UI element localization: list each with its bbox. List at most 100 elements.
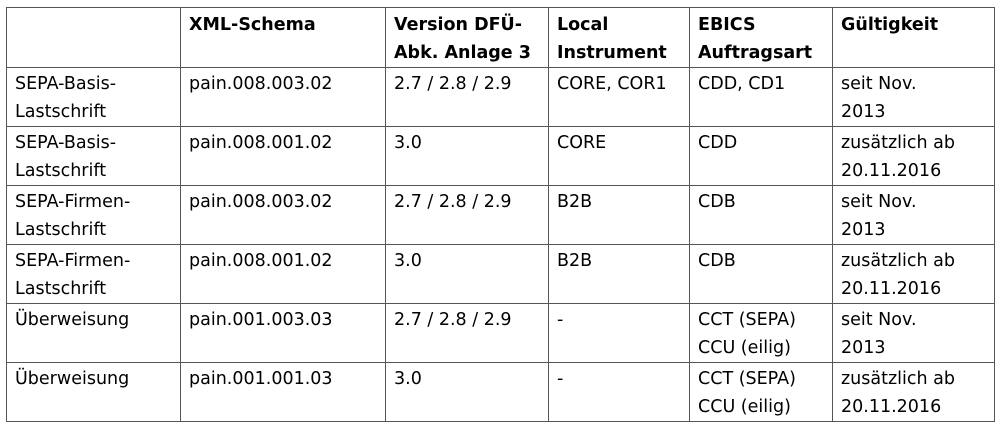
cell-gueltigkeit: seit Nov. 2013: [832, 185, 995, 245]
cell-text: seit Nov.: [841, 310, 917, 330]
header-ebics-line-1: EBICS: [698, 15, 756, 35]
table-row: SEPA-Firmen- Lastschrift pain.008.001.02 3.…: [6, 244, 995, 304]
cell-text: 2013: [841, 220, 886, 240]
table-row: SEPA-Basis- Lastschrift pain.008.001.02 3.0…: [6, 126, 995, 186]
cell-text: SEPA-Basis-: [15, 74, 117, 94]
cell-text: 2.7 / 2.8 / 2.9: [394, 192, 512, 212]
cell-text: zusätzlich ab: [841, 133, 955, 153]
header-cell-local-instrument: Local Instrument: [548, 7, 690, 68]
cell-local-instrument: CORE, COR1: [548, 67, 690, 127]
cell-text: CDD, CD1: [698, 74, 786, 94]
cell-text: 3.0: [394, 133, 422, 153]
table-row: Überweisung pain.001.001.03 3.0 - CCT (SEPA)…: [6, 362, 995, 422]
cell-text: Lastschrift: [15, 279, 107, 299]
cell-xml-schema: pain.008.001.02: [180, 126, 386, 186]
table-row: SEPA-Firmen- Lastschrift pain.008.003.02 2.…: [6, 185, 995, 245]
cell-text: SEPA-Firmen-: [15, 192, 131, 212]
cell-text: CDB: [698, 251, 736, 271]
cell-xml-schema: pain.008.001.02: [180, 244, 386, 304]
header-cell-ebics: EBICS Auftragsart: [689, 7, 833, 68]
cell-text: CORE, COR1: [557, 74, 667, 94]
cell-version: 3.0: [385, 126, 549, 186]
cell-text: -: [557, 369, 564, 389]
table-body: SEPA-Basis- Lastschrift pain.008.003.02 2.7…: [6, 67, 995, 422]
cell-text: 2.7 / 2.8 / 2.9: [394, 310, 512, 330]
cell-gueltigkeit: zusätzlich ab 20.11.2016: [832, 362, 995, 422]
cell-text: zusätzlich ab: [841, 369, 955, 389]
header-local-instrument-line-2: Instrument: [557, 43, 667, 63]
cell-local-instrument: -: [548, 362, 690, 422]
cell-text: 20.11.2016: [841, 279, 942, 299]
cell-gueltigkeit: zusätzlich ab 20.11.2016: [832, 126, 995, 186]
cell-verfahren: SEPA-Firmen- Lastschrift: [6, 185, 181, 245]
cell-gueltigkeit: seit Nov. 2013: [832, 67, 995, 127]
cell-text: pain.008.003.02: [189, 74, 333, 94]
table-row: Überweisung pain.001.003.03 2.7 / 2.8 / 2.…: [6, 303, 995, 363]
header-cell-gueltigkeit: Gültigkeit: [832, 7, 995, 68]
cell-text: CORE: [557, 133, 607, 153]
cell-text: B2B: [557, 192, 593, 212]
cell-xml-schema: pain.008.003.02: [180, 185, 386, 245]
cell-version: 2.7 / 2.8 / 2.9: [385, 67, 549, 127]
cell-text: SEPA-Basis-: [15, 133, 117, 153]
cell-text: CCT (SEPA): [698, 369, 796, 389]
header-xml-schema-text: XML-Schema: [189, 15, 316, 35]
cell-local-instrument: -: [548, 303, 690, 363]
header-gueltigkeit-text: Gültigkeit: [841, 15, 939, 35]
cell-version: 3.0: [385, 244, 549, 304]
cell-text: pain.001.003.03: [189, 310, 333, 330]
cell-xml-schema: pain.008.003.02: [180, 67, 386, 127]
cell-text: CDB: [698, 192, 736, 212]
header-cell-version: Version DFÜ- Abk. Anlage 3: [385, 7, 549, 68]
cell-text: CCU (eilig): [698, 338, 791, 358]
cell-text: 20.11.2016: [841, 161, 942, 181]
cell-gueltigkeit: seit Nov. 2013: [832, 303, 995, 363]
cell-verfahren: SEPA-Basis- Lastschrift: [6, 126, 181, 186]
cell-local-instrument: CORE: [548, 126, 690, 186]
cell-version: 3.0: [385, 362, 549, 422]
cell-text: seit Nov.: [841, 192, 917, 212]
cell-text: pain.008.001.02: [189, 133, 333, 153]
cell-text: Lastschrift: [15, 161, 107, 181]
cell-text: Lastschrift: [15, 102, 107, 122]
header-version-line-1: Version DFÜ-: [394, 15, 523, 35]
cell-text: zusätzlich ab: [841, 251, 955, 271]
cell-text: B2B: [557, 251, 593, 271]
cell-text: CCU (eilig): [698, 397, 791, 417]
header-cell-verfahren: [6, 7, 181, 68]
cell-text: Überweisung: [15, 310, 130, 330]
cell-ebics-auftragsart: CCT (SEPA) CCU (eilig): [689, 362, 833, 422]
table-row: SEPA-Basis- Lastschrift pain.008.003.02 2.7…: [6, 67, 995, 127]
cell-version: 2.7 / 2.8 / 2.9: [385, 303, 549, 363]
cell-xml-schema: pain.001.001.03: [180, 362, 386, 422]
header-local-instrument-line-1: Local: [557, 15, 609, 35]
header-ebics-line-2: Auftragsart: [698, 43, 813, 63]
cell-text: 3.0: [394, 251, 422, 271]
sepa-format-table: XML-Schema Version DFÜ- Abk. Anlage 3 Lo…: [6, 7, 995, 422]
cell-verfahren: Überweisung: [6, 303, 181, 363]
cell-text: SEPA-Firmen-: [15, 251, 131, 271]
cell-verfahren: Überweisung: [6, 362, 181, 422]
cell-text: -: [557, 310, 564, 330]
cell-text: pain.008.003.02: [189, 192, 333, 212]
header-row: XML-Schema Version DFÜ- Abk. Anlage 3 Lo…: [6, 7, 995, 68]
cell-gueltigkeit: zusätzlich ab 20.11.2016: [832, 244, 995, 304]
cell-ebics-auftragsart: CCT (SEPA) CCU (eilig): [689, 303, 833, 363]
cell-verfahren: SEPA-Basis- Lastschrift: [6, 67, 181, 127]
cell-local-instrument: B2B: [548, 244, 690, 304]
cell-text: pain.008.001.02: [189, 251, 333, 271]
cell-text: 2013: [841, 102, 886, 122]
cell-ebics-auftragsart: CDB: [689, 244, 833, 304]
cell-xml-schema: pain.001.003.03: [180, 303, 386, 363]
cell-ebics-auftragsart: CDD, CD1: [689, 67, 833, 127]
cell-text: pain.001.001.03: [189, 369, 333, 389]
cell-text: seit Nov.: [841, 74, 917, 94]
cell-text: CCT (SEPA): [698, 310, 796, 330]
header-cell-xml-schema: XML-Schema: [180, 7, 386, 68]
cell-verfahren: SEPA-Firmen- Lastschrift: [6, 244, 181, 304]
cell-version: 2.7 / 2.8 / 2.9: [385, 185, 549, 245]
cell-text: 3.0: [394, 369, 422, 389]
cell-ebics-auftragsart: CDD: [689, 126, 833, 186]
cell-text: 2013: [841, 338, 886, 358]
cell-ebics-auftragsart: CDB: [689, 185, 833, 245]
